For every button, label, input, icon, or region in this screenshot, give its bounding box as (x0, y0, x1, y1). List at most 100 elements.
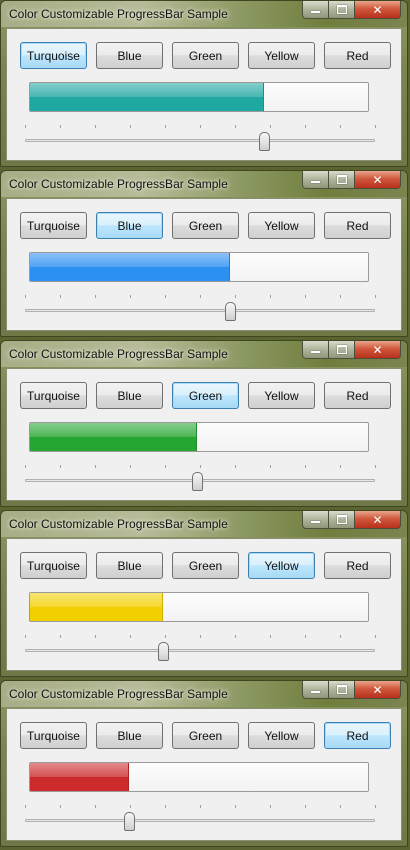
title-bar[interactable]: Color Customizable ProgressBar Sample ✕ (1, 1, 407, 27)
slider-thumb[interactable] (157, 642, 169, 661)
close-button[interactable]: ✕ (355, 341, 401, 359)
maximize-icon (336, 515, 347, 524)
slider-tick (25, 125, 26, 128)
minimize-button[interactable] (302, 681, 329, 699)
slider-thumb[interactable] (225, 302, 237, 321)
minimize-button[interactable] (302, 171, 329, 189)
window-title: Color Customizable ProgressBar Sample (9, 517, 228, 531)
close-button[interactable]: ✕ (355, 681, 401, 699)
slider-track[interactable] (25, 139, 375, 142)
slider-tick (130, 635, 131, 638)
slider-tick (25, 295, 26, 298)
slider-tick (200, 125, 201, 128)
progress-slider[interactable] (25, 804, 376, 834)
color-button-red[interactable]: Red (324, 42, 391, 69)
minimize-button[interactable] (302, 1, 329, 19)
slider-tick (235, 295, 236, 298)
window-title: Color Customizable ProgressBar Sample (9, 177, 228, 191)
slider-track[interactable] (25, 649, 375, 652)
color-button-red[interactable]: Red (324, 382, 391, 409)
slider-tick (235, 805, 236, 808)
maximize-button[interactable] (329, 681, 355, 699)
close-button[interactable]: ✕ (355, 1, 401, 19)
color-button-yellow[interactable]: Yellow (248, 552, 315, 579)
slider-tick (305, 635, 306, 638)
slider-tick (235, 125, 236, 128)
color-button-turquoise[interactable]: Turquoise (20, 722, 87, 749)
color-button-yellow[interactable]: Yellow (248, 42, 315, 69)
color-button-blue[interactable]: Blue (96, 722, 163, 749)
color-button-green[interactable]: Green (172, 42, 239, 69)
progress-slider[interactable] (25, 634, 376, 664)
progress-fill (30, 253, 231, 281)
window-title: Color Customizable ProgressBar Sample (9, 687, 228, 701)
progress-slider[interactable] (25, 124, 376, 154)
color-button-blue[interactable]: Blue (96, 42, 163, 69)
slider-tick (270, 125, 271, 128)
app-window: Color Customizable ProgressBar Sample ✕ … (0, 0, 408, 167)
slider-tick (60, 465, 61, 468)
progress-slider[interactable] (25, 464, 376, 494)
color-button-turquoise[interactable]: Turquoise (20, 552, 87, 579)
color-button-turquoise[interactable]: Turquoise (20, 42, 87, 69)
color-button-green[interactable]: Green (172, 382, 239, 409)
slider-track[interactable] (25, 309, 375, 312)
slider-tick (235, 465, 236, 468)
color-button-green[interactable]: Green (172, 552, 239, 579)
slider-tick (375, 295, 376, 298)
progress-fill (30, 593, 163, 621)
window-title: Color Customizable ProgressBar Sample (9, 347, 228, 361)
title-bar[interactable]: Color Customizable ProgressBar Sample ✕ (1, 171, 407, 197)
close-icon: ✕ (372, 2, 383, 17)
color-button-red[interactable]: Red (324, 722, 391, 749)
title-bar[interactable]: Color Customizable ProgressBar Sample ✕ (1, 681, 407, 707)
color-button-green[interactable]: Green (172, 722, 239, 749)
color-button-blue[interactable]: Blue (96, 552, 163, 579)
slider-tick (340, 295, 341, 298)
slider-tick (95, 465, 96, 468)
title-bar[interactable]: Color Customizable ProgressBar Sample ✕ (1, 511, 407, 537)
slider-track[interactable] (25, 819, 375, 822)
slider-tick (340, 125, 341, 128)
close-button[interactable]: ✕ (355, 171, 401, 189)
progress-fill (30, 83, 265, 111)
close-button[interactable]: ✕ (355, 511, 401, 529)
slider-tick (165, 635, 166, 638)
color-button-row: Turquoise Blue Green Yellow Red (20, 722, 400, 749)
maximize-button[interactable] (329, 1, 355, 19)
color-button-turquoise[interactable]: Turquoise (20, 212, 87, 239)
window-client-area: Turquoise Blue Green Yellow Red (6, 708, 402, 841)
slider-tick (375, 635, 376, 638)
title-bar[interactable]: Color Customizable ProgressBar Sample ✕ (1, 341, 407, 367)
slider-tick (270, 635, 271, 638)
color-button-yellow[interactable]: Yellow (248, 722, 315, 749)
slider-tick (95, 295, 96, 298)
color-button-turquoise[interactable]: Turquoise (20, 382, 87, 409)
color-button-blue[interactable]: Blue (96, 212, 163, 239)
slider-thumb[interactable] (259, 132, 271, 151)
close-icon: ✕ (372, 172, 383, 187)
color-button-blue[interactable]: Blue (96, 382, 163, 409)
window-client-area: Turquoise Blue Green Yellow Red (6, 28, 402, 161)
minimize-button[interactable] (302, 511, 329, 529)
progress-fill (30, 423, 197, 451)
slider-tick (25, 805, 26, 808)
maximize-button[interactable] (329, 341, 355, 359)
maximize-button[interactable] (329, 171, 355, 189)
close-icon: ✕ (372, 342, 383, 357)
slider-thumb[interactable] (124, 812, 136, 831)
slider-tick (95, 805, 96, 808)
slider-tick (340, 805, 341, 808)
color-button-yellow[interactable]: Yellow (248, 212, 315, 239)
minimize-button[interactable] (302, 341, 329, 359)
progress-slider[interactable] (25, 294, 376, 324)
slider-tick (60, 635, 61, 638)
color-button-green[interactable]: Green (172, 212, 239, 239)
color-button-yellow[interactable]: Yellow (248, 382, 315, 409)
close-icon: ✕ (372, 512, 383, 527)
color-button-red[interactable]: Red (324, 212, 391, 239)
color-button-red[interactable]: Red (324, 552, 391, 579)
slider-tick (130, 125, 131, 128)
slider-thumb[interactable] (191, 472, 203, 491)
maximize-button[interactable] (329, 511, 355, 529)
